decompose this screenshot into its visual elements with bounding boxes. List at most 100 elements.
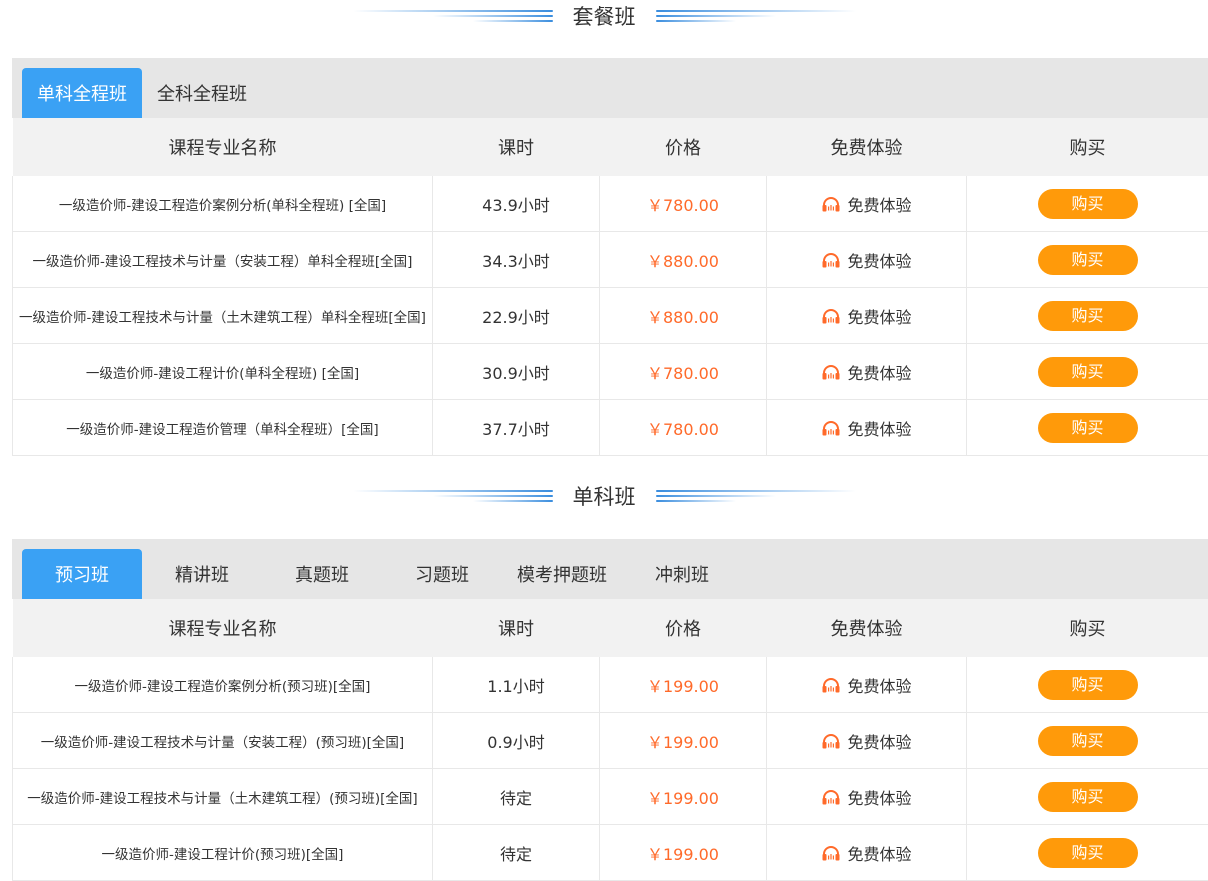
package-tabbar: 单科全程班 全科全程班 bbox=[12, 58, 1208, 118]
section-title-single: 单科班 bbox=[0, 478, 1208, 514]
table-header-row: 课程专业名称 课时 价格 免费体验 购买 bbox=[13, 599, 1208, 657]
headphones-icon bbox=[821, 420, 841, 436]
course-name: 一级造价师-建设工程计价(预习班)[全国] bbox=[13, 825, 433, 881]
course-name: 一级造价师-建设工程计价(单科全程班) [全国] bbox=[13, 344, 433, 400]
free-trial-link[interactable]: 免费体验 bbox=[821, 729, 911, 753]
course-hours: 30.9小时 bbox=[433, 344, 600, 400]
free-trial-link[interactable]: 免费体验 bbox=[821, 360, 911, 384]
tab-past-papers[interactable]: 真题班 bbox=[262, 549, 382, 599]
free-trial-label: 免费体验 bbox=[847, 841, 911, 865]
table-row: 一级造价师-建设工程技术与计量（安装工程）(预习班)[全国]0.9小时￥199.… bbox=[13, 713, 1208, 769]
headphones-icon bbox=[821, 733, 841, 749]
buy-cell: 购买 bbox=[967, 232, 1208, 288]
buy-cell: 购买 bbox=[967, 713, 1208, 769]
buy-button[interactable]: 购买 bbox=[1038, 413, 1138, 443]
buy-button[interactable]: 购买 bbox=[1038, 245, 1138, 275]
header-hours: 课时 bbox=[433, 599, 600, 657]
free-trial-label: 免费体验 bbox=[847, 360, 911, 384]
course-hours: 待定 bbox=[433, 769, 600, 825]
free-trial-label: 免费体验 bbox=[847, 673, 911, 697]
course-hours: 22.9小时 bbox=[433, 288, 600, 344]
course-name: 一级造价师-建设工程技术与计量（安装工程）单科全程班[全国] bbox=[13, 232, 433, 288]
course-hours: 37.7小时 bbox=[433, 400, 600, 456]
title-decoration-left bbox=[353, 10, 553, 22]
buy-button[interactable]: 购买 bbox=[1038, 189, 1138, 219]
tab-preview[interactable]: 预习班 bbox=[22, 549, 142, 599]
buy-cell: 购买 bbox=[967, 657, 1208, 713]
course-name: 一级造价师-建设工程造价管理（单科全程班）[全国] bbox=[13, 400, 433, 456]
free-trial-cell: 免费体验 bbox=[767, 713, 967, 769]
course-hours: 1.1小时 bbox=[433, 657, 600, 713]
header-price: 价格 bbox=[600, 118, 767, 176]
tab-all-full[interactable]: 全科全程班 bbox=[142, 68, 262, 118]
header-buy: 购买 bbox=[967, 118, 1208, 176]
free-trial-label: 免费体验 bbox=[847, 192, 911, 216]
header-hours: 课时 bbox=[433, 118, 600, 176]
single-table: 课程专业名称 课时 价格 免费体验 购买 一级造价师-建设工程造价案例分析(预习… bbox=[12, 599, 1208, 881]
section-title-text: 套餐班 bbox=[553, 1, 656, 31]
free-trial-label: 免费体验 bbox=[847, 729, 911, 753]
title-decoration-right bbox=[656, 490, 856, 502]
tab-sprint[interactable]: 冲刺班 bbox=[622, 549, 742, 599]
free-trial-link[interactable]: 免费体验 bbox=[821, 841, 911, 865]
course-hours: 34.3小时 bbox=[433, 232, 600, 288]
buy-button[interactable]: 购买 bbox=[1038, 357, 1138, 387]
course-name: 一级造价师-建设工程造价案例分析(单科全程班) [全国] bbox=[13, 176, 433, 232]
table-row: 一级造价师-建设工程造价案例分析(单科全程班) [全国]43.9小时￥780.0… bbox=[13, 176, 1208, 232]
course-hours: 43.9小时 bbox=[433, 176, 600, 232]
header-course-name: 课程专业名称 bbox=[13, 599, 433, 657]
course-name: 一级造价师-建设工程技术与计量（土木建筑工程）(预习班)[全国] bbox=[13, 769, 433, 825]
free-trial-link[interactable]: 免费体验 bbox=[821, 785, 911, 809]
table-row: 一级造价师-建设工程技术与计量（土木建筑工程）(预习班)[全国]待定￥199.0… bbox=[13, 769, 1208, 825]
free-trial-cell: 免费体验 bbox=[767, 232, 967, 288]
package-block: 单科全程班 全科全程班 课程专业名称 课时 价格 免费体验 购买 一级造价师-建… bbox=[12, 58, 1208, 456]
buy-cell: 购买 bbox=[967, 288, 1208, 344]
section-title-text: 单科班 bbox=[553, 481, 656, 511]
free-trial-link[interactable]: 免费体验 bbox=[821, 673, 911, 697]
tab-mock-exam[interactable]: 模考押题班 bbox=[502, 549, 622, 599]
section-title-package: 套餐班 bbox=[0, 0, 1208, 34]
headphones-icon bbox=[821, 845, 841, 861]
buy-button[interactable]: 购买 bbox=[1038, 301, 1138, 331]
course-price: ￥199.00 bbox=[600, 769, 767, 825]
headphones-icon bbox=[821, 789, 841, 805]
single-tabbar: 预习班 精讲班 真题班 习题班 模考押题班 冲刺班 bbox=[12, 539, 1208, 599]
buy-button[interactable]: 购买 bbox=[1038, 670, 1138, 700]
course-hours: 0.9小时 bbox=[433, 713, 600, 769]
table-row: 一级造价师-建设工程技术与计量（土木建筑工程）单科全程班[全国]22.9小时￥8… bbox=[13, 288, 1208, 344]
free-trial-link[interactable]: 免费体验 bbox=[821, 304, 911, 328]
table-row: 一级造价师-建设工程造价管理（单科全程班）[全国]37.7小时￥780.00 免费… bbox=[13, 400, 1208, 456]
free-trial-link[interactable]: 免费体验 bbox=[821, 416, 911, 440]
table-row: 一级造价师-建设工程技术与计量（安装工程）单科全程班[全国]34.3小时￥880… bbox=[13, 232, 1208, 288]
headphones-icon bbox=[821, 677, 841, 693]
headphones-icon bbox=[821, 196, 841, 212]
free-trial-link[interactable]: 免费体验 bbox=[821, 192, 911, 216]
tab-exercises[interactable]: 习题班 bbox=[382, 549, 502, 599]
course-hours: 待定 bbox=[433, 825, 600, 881]
table-row: 一级造价师-建设工程造价案例分析(预习班)[全国]1.1小时￥199.00免费体… bbox=[13, 657, 1208, 713]
course-price: ￥780.00 bbox=[600, 344, 767, 400]
buy-cell: 购买 bbox=[967, 769, 1208, 825]
course-price: ￥780.00 bbox=[600, 400, 767, 456]
free-trial-cell: 免费体验 bbox=[767, 288, 967, 344]
course-name: 一级造价师-建设工程技术与计量（安装工程）(预习班)[全国] bbox=[13, 713, 433, 769]
course-price: ￥880.00 bbox=[600, 288, 767, 344]
buy-button[interactable]: 购买 bbox=[1038, 838, 1138, 868]
buy-cell: 购买 bbox=[967, 176, 1208, 232]
package-table: 课程专业名称 课时 价格 免费体验 购买 一级造价师-建设工程造价案例分析(单科… bbox=[12, 118, 1208, 456]
tab-intensive[interactable]: 精讲班 bbox=[142, 549, 262, 599]
tab-single-full[interactable]: 单科全程班 bbox=[22, 68, 142, 118]
buy-button[interactable]: 购买 bbox=[1038, 782, 1138, 812]
free-trial-cell: 免费体验 bbox=[767, 344, 967, 400]
header-course-name: 课程专业名称 bbox=[13, 118, 433, 176]
free-trial-link[interactable]: 免费体验 bbox=[821, 248, 911, 272]
table-header-row: 课程专业名称 课时 价格 免费体验 购买 bbox=[13, 118, 1208, 176]
course-name: 一级造价师-建设工程造价案例分析(预习班)[全国] bbox=[13, 657, 433, 713]
header-buy: 购买 bbox=[967, 599, 1208, 657]
free-trial-label: 免费体验 bbox=[847, 785, 911, 809]
header-price: 价格 bbox=[600, 599, 767, 657]
headphones-icon bbox=[821, 252, 841, 268]
single-block: 预习班 精讲班 真题班 习题班 模考押题班 冲刺班 课程专业名称 课时 价格 免… bbox=[12, 539, 1208, 881]
buy-cell: 购买 bbox=[967, 400, 1208, 456]
buy-button[interactable]: 购买 bbox=[1038, 726, 1138, 756]
